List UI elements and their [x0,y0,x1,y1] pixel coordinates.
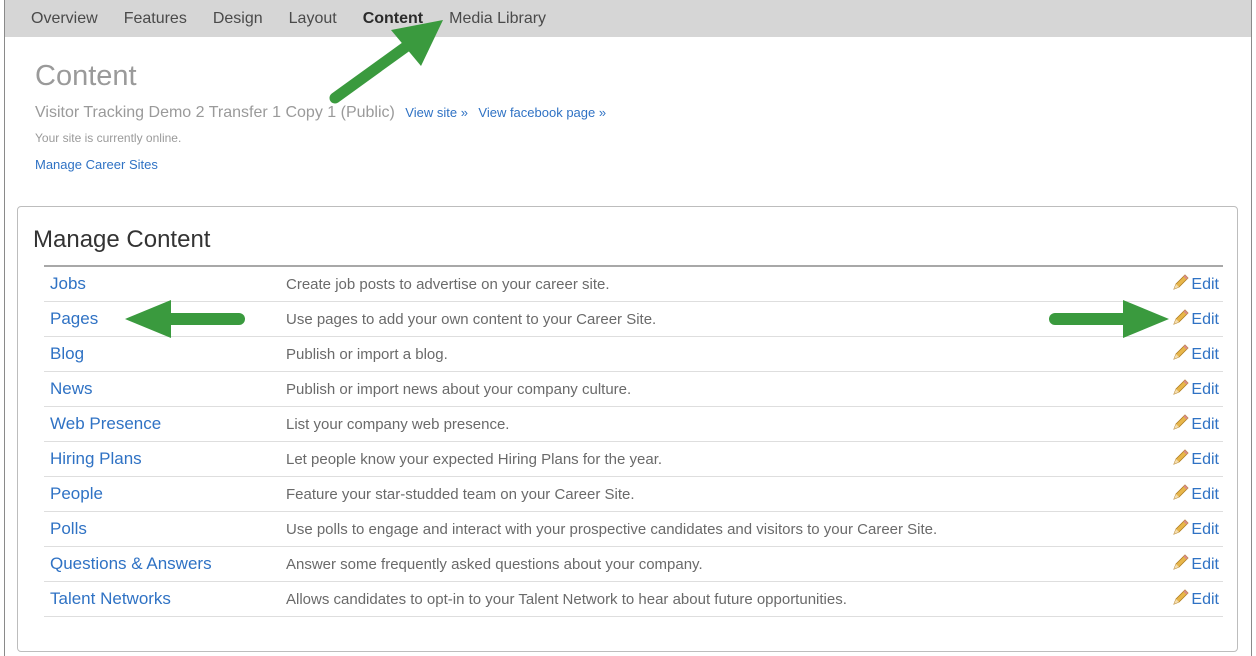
content-type-link[interactable]: Hiring Plans [44,441,286,477]
content-type-link[interactable]: Blog [44,336,286,372]
tab-layout[interactable]: Layout [289,10,337,28]
content-type-link[interactable]: Jobs [44,266,286,302]
content-type-description: Feature your star-studded team on your C… [286,476,1159,512]
content-type-description: Allows candidates to opt-in to your Tale… [286,581,1159,617]
table-row: People Feature your star-studded team on … [44,476,1223,512]
tab-design[interactable]: Design [213,10,263,28]
panel-title: Manage Content [33,226,211,253]
content-type-link[interactable]: Questions & Answers [44,546,286,582]
pencil-icon [1172,448,1190,471]
table-row: Hiring Plans Let people know your expecte… [44,441,1223,477]
tab-media-library[interactable]: Media Library [449,10,546,28]
edit-button[interactable]: Edit [1159,336,1223,372]
edit-label: Edit [1191,275,1219,293]
pencil-icon [1172,413,1190,436]
edit-label: Edit [1191,555,1219,573]
edit-button[interactable]: Edit [1159,476,1223,512]
content-type-description: Use polls to engage and interact with yo… [286,511,1159,547]
content-type-link[interactable]: Talent Networks [44,581,286,617]
edit-button[interactable]: Edit [1159,371,1223,407]
content-type-description: Use pages to add your own content to you… [286,301,1159,337]
view-site-link[interactable]: View site » [405,105,468,120]
edit-label: Edit [1191,450,1219,468]
edit-button[interactable]: Edit [1159,581,1223,617]
top-navigation: Overview Features Design Layout Content … [5,0,1251,37]
content-type-link[interactable]: News [44,371,286,407]
table-row: Polls Use polls to engage and interact wi… [44,511,1223,547]
content-type-description: Answer some frequently asked questions a… [286,546,1159,582]
table-row: Jobs Create job posts to advertise on you… [44,266,1223,302]
content-type-description: Publish or import news about your compan… [286,371,1159,407]
content-type-description: Create job posts to advertise on your ca… [286,266,1159,302]
edit-button[interactable]: Edit [1159,546,1223,582]
site-name: Visitor Tracking Demo 2 Transfer 1 Copy … [35,104,395,121]
tab-content[interactable]: Content [363,10,423,28]
pencil-icon [1172,518,1190,541]
edit-button[interactable]: Edit [1159,266,1223,302]
edit-label: Edit [1191,310,1219,328]
edit-button[interactable]: Edit [1159,441,1223,477]
edit-label: Edit [1191,345,1219,363]
pencil-icon [1172,273,1190,296]
content-type-link[interactable]: People [44,476,286,512]
content-type-link[interactable]: Pages [44,301,286,337]
edit-button[interactable]: Edit [1159,511,1223,547]
pencil-icon [1172,553,1190,576]
edit-label: Edit [1191,485,1219,503]
table-row: Web Presence List your company web presen… [44,406,1223,442]
content-type-description: Let people know your expected Hiring Pla… [286,441,1159,477]
site-info-line: Visitor Tracking Demo 2 Transfer 1 Copy … [35,103,1251,123]
app-frame: Overview Features Design Layout Content … [4,0,1252,656]
edit-button[interactable]: Edit [1159,301,1223,337]
site-status-text: Your site is currently online. [35,131,182,145]
page-header: Content Visitor Tracking Demo 2 Transfer… [5,59,1251,174]
page-title: Content [35,60,137,92]
pencil-icon [1172,483,1190,506]
content-type-link[interactable]: Web Presence [44,406,286,442]
table-row: Questions & Answers Answer some frequentl… [44,546,1223,582]
table-row: Blog Publish or import a blog. Edit [44,336,1223,372]
edit-button[interactable]: Edit [1159,406,1223,442]
manage-career-sites-link[interactable]: Manage Career Sites [35,157,158,172]
tab-features[interactable]: Features [124,10,187,28]
content-type-link[interactable]: Polls [44,511,286,547]
pencil-icon [1172,343,1190,366]
table-row: Talent Networks Allows candidates to opt-… [44,581,1223,617]
edit-label: Edit [1191,520,1219,538]
pencil-icon [1172,378,1190,401]
content-table: Jobs Create job posts to advertise on you… [44,265,1223,617]
edit-label: Edit [1191,590,1219,608]
content-type-description: Publish or import a blog. [286,336,1159,372]
table-row: News Publish or import news about your co… [44,371,1223,407]
view-facebook-page-link[interactable]: View facebook page » [478,105,606,120]
manage-content-panel: Manage Content Jobs Create job posts to a… [17,206,1238,652]
edit-label: Edit [1191,415,1219,433]
pencil-icon [1172,588,1190,611]
tab-overview[interactable]: Overview [31,10,98,28]
pencil-icon [1172,308,1190,331]
edit-label: Edit [1191,380,1219,398]
table-row: Pages Use pages to add your own content t… [44,301,1223,337]
content-type-description: List your company web presence. [286,406,1159,442]
